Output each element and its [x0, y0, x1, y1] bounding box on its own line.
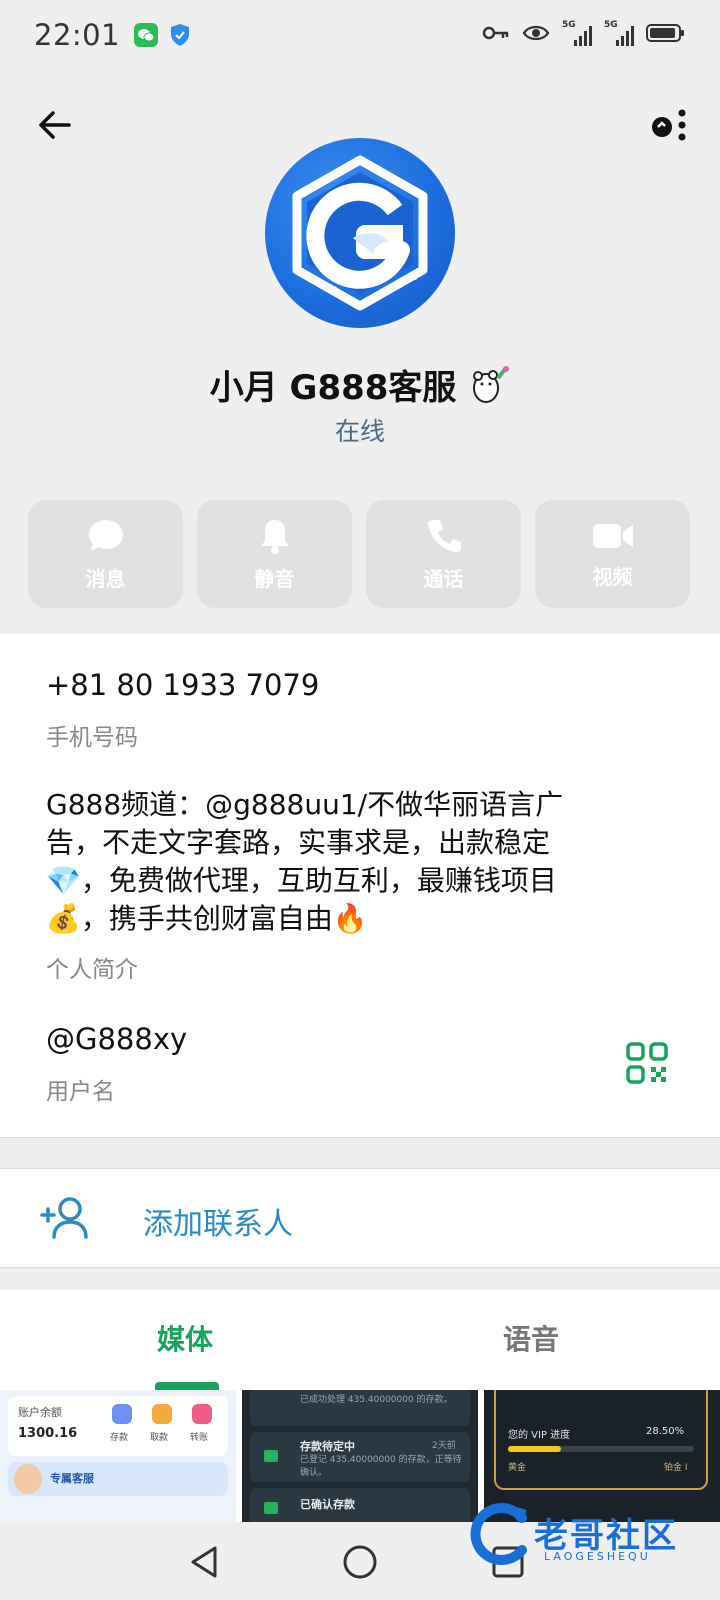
profile-name-text: 小月 G888客服	[209, 368, 457, 408]
bio-line: 💰，携手共创财富自由🔥	[46, 902, 368, 935]
tab-indicator	[155, 1382, 219, 1390]
transfer-label: 转账	[190, 1433, 209, 1443]
more-icon	[652, 109, 686, 141]
shield-icon	[168, 23, 192, 47]
message-icon	[88, 519, 123, 551]
g888-logo-icon	[292, 155, 428, 311]
triangle-back-icon	[191, 1546, 217, 1578]
call-button[interactable]: 通话	[366, 500, 521, 608]
arrow-left-icon	[39, 111, 71, 139]
media-thumbnail[interactable]: 已成功处理 435.40000000 的存款。 存款待定中 2天前 已登记 43…	[242, 1390, 478, 1522]
more-button[interactable]	[630, 103, 690, 147]
vip-progress-track	[508, 1446, 694, 1452]
add-contact-row[interactable]: 添加联系人	[0, 1168, 720, 1268]
vip-progress-fill	[508, 1446, 561, 1452]
add-contact-label: 添加联系人	[143, 1207, 293, 1242]
bio-line: G888频道：@g888uu1/不做华丽语言广	[46, 788, 564, 821]
notice-text: 已成功处理 435.40000000 的存款。	[300, 1395, 453, 1405]
add-user-icon	[40, 1195, 90, 1245]
username-label: 用户名	[46, 1079, 115, 1105]
status-bar: 22:01 5G 5G	[0, 0, 720, 70]
online-status: 在线	[334, 417, 385, 446]
balance-label: 账户余额	[18, 1406, 62, 1419]
vip-level-next: 铂金 I	[664, 1463, 688, 1473]
video-icon	[592, 523, 633, 548]
video-button[interactable]: 视频	[535, 500, 690, 608]
bio-text[interactable]: G888频道：@g888uu1/不做华丽语言广 告，不走文字套路，实事求是，出款…	[46, 786, 646, 938]
wechat-icon	[134, 23, 159, 47]
signal-icon: 5G	[562, 20, 592, 46]
withdraw-icon	[152, 1404, 172, 1424]
network-type: 5G	[562, 20, 576, 30]
action-bar: 消息 静音 通话 视频	[28, 500, 692, 608]
avatar[interactable]	[265, 138, 455, 328]
eye-icon	[522, 24, 550, 46]
signal-icon: 5G	[604, 20, 634, 46]
notice-row	[250, 1488, 470, 1522]
notice-title: 存款待定中	[300, 1440, 355, 1453]
profile-name: 小月 G888客服	[0, 360, 720, 415]
vip-level-current: 黄金	[508, 1463, 527, 1473]
message-button[interactable]: 消息	[28, 500, 183, 608]
tab-bar: 媒体 语音	[0, 1290, 720, 1390]
transfer-icon	[192, 1404, 212, 1424]
back-button[interactable]	[32, 103, 76, 147]
status-time: 22:01	[34, 18, 121, 52]
bio-line: 告，不走文字套路，实事求是，出款稳定	[46, 826, 551, 859]
bio-line: 💎，免费做代理，互助互利，最赚钱项目	[46, 864, 557, 897]
service-label: 专属客服	[50, 1472, 94, 1485]
deposit-icon	[112, 1404, 132, 1424]
bear-sticker-icon	[468, 364, 510, 415]
phone-number[interactable]: +81 80 1933 7079	[46, 668, 319, 702]
phone-icon	[427, 519, 461, 552]
nav-home-button[interactable]	[336, 1538, 384, 1586]
qr-code-icon	[626, 1042, 668, 1084]
tab-voice[interactable]: 语音	[503, 1318, 559, 1358]
username[interactable]: @G888xy	[46, 1022, 187, 1056]
mute-button[interactable]: 静音	[197, 500, 352, 608]
deposit-label: 存款	[110, 1433, 129, 1443]
watermark-logo-icon	[470, 1503, 527, 1565]
wallet-icon	[264, 1502, 278, 1514]
key-icon	[482, 25, 510, 45]
bell-icon	[260, 519, 289, 554]
tab-media[interactable]: 媒体	[157, 1318, 213, 1358]
vip-label: 您的 VIP 进度	[508, 1430, 571, 1441]
bio-label: 个人简介	[46, 957, 138, 983]
wallet-icon	[264, 1450, 278, 1462]
network-type: 5G	[604, 20, 618, 30]
message-label: 消息	[85, 566, 126, 591]
nav-back-button[interactable]	[180, 1538, 228, 1586]
watermark-subtext: LAOGESHEQU	[544, 1550, 651, 1563]
phone-label: 手机号码	[46, 725, 138, 751]
notice-title: 已确认存款	[300, 1498, 355, 1511]
mute-label: 静音	[254, 566, 295, 591]
balance-value: 1300.16	[18, 1426, 78, 1441]
notice-time: 2天前	[432, 1441, 456, 1451]
battery-icon	[646, 23, 686, 47]
agent-avatar	[14, 1464, 42, 1494]
video-label: 视频	[592, 564, 633, 589]
watermark: 老哥社区 LAOGESHEQU	[470, 1500, 700, 1572]
vip-percent: 28.50%	[646, 1426, 685, 1437]
withdraw-label: 取款	[150, 1433, 169, 1443]
call-label: 通话	[423, 566, 464, 591]
notice-text: 已登记 435.40000000 的存款，正等待确认。	[300, 1455, 462, 1478]
qr-code-button[interactable]	[626, 1042, 668, 1084]
circle-home-icon	[343, 1545, 377, 1579]
media-thumbnail[interactable]: 账户余额 1300.16 存款 取款 转账 专属客服	[0, 1390, 236, 1522]
info-card: +81 80 1933 7079 手机号码 G888频道：@g888uu1/不做…	[0, 634, 720, 1138]
